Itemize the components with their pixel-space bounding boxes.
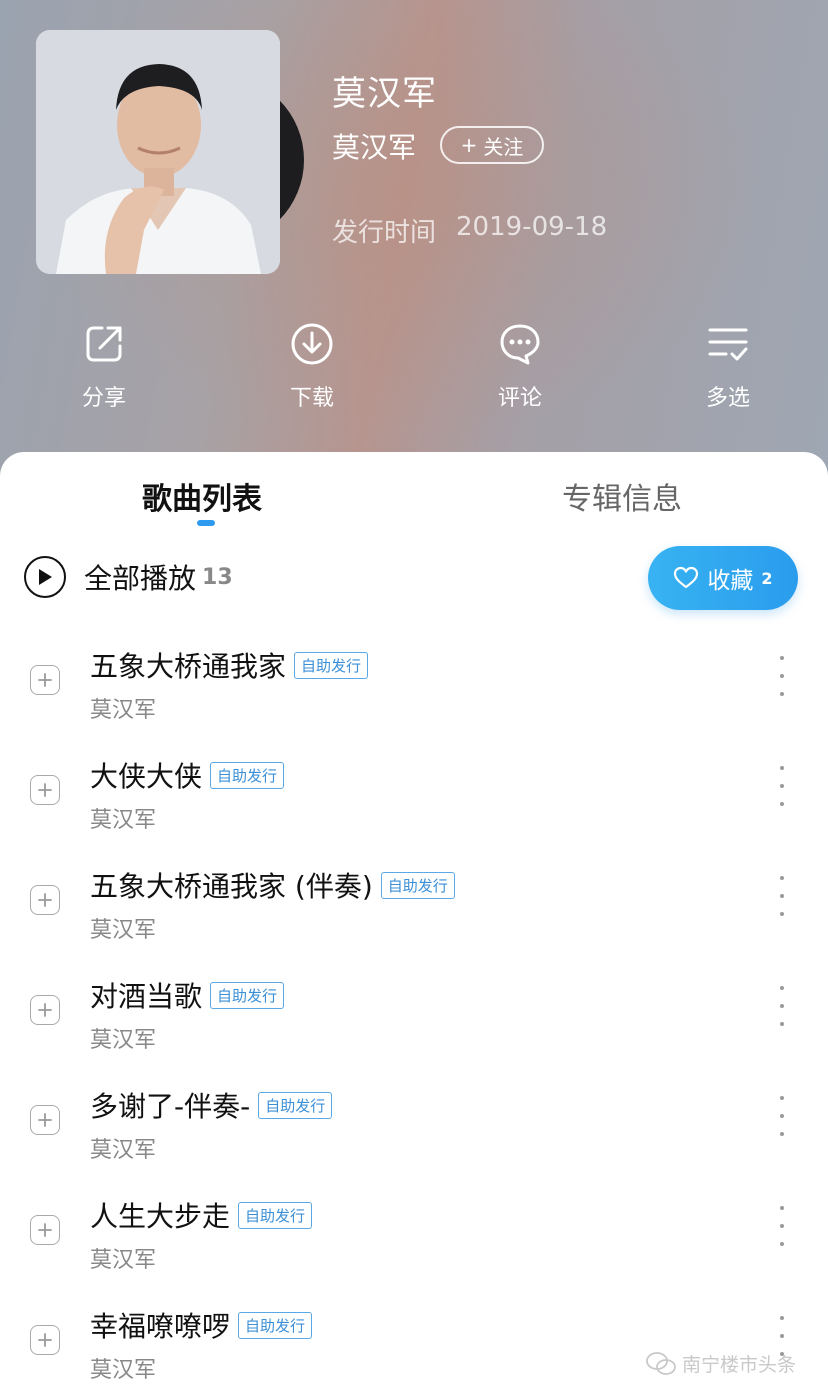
song-title: 幸福嘹嘹啰 xyxy=(90,1310,231,1343)
watermark: 南宁楼市头条 xyxy=(646,1350,796,1377)
comment-button[interactable]: 评论 xyxy=(460,322,580,412)
tab-song-list[interactable]: 歌曲列表 xyxy=(142,474,262,518)
more-options-icon[interactable] xyxy=(772,1206,792,1246)
song-artist: 莫汉军 xyxy=(90,1028,157,1053)
play-all-count: 13 xyxy=(202,564,233,590)
add-icon[interactable] xyxy=(30,775,60,805)
self-release-badge: 自助发行 xyxy=(210,981,285,1009)
add-icon[interactable] xyxy=(30,665,60,695)
song-row[interactable]: 五象大桥通我家 自助发行 莫汉军 xyxy=(0,648,828,758)
wechat-icon xyxy=(646,1351,676,1375)
collect-count: 2 xyxy=(761,568,773,588)
more-options-icon[interactable] xyxy=(772,876,792,916)
song-artist: 莫汉军 xyxy=(90,808,157,833)
self-release-badge: 自助发行 xyxy=(238,1311,313,1339)
multi-select-icon xyxy=(708,328,748,361)
more-options-icon[interactable] xyxy=(772,766,792,806)
song-artist: 莫汉军 xyxy=(90,918,157,943)
song-row[interactable]: 人生大步走 自助发行 莫汉军 xyxy=(0,1198,828,1308)
share-button[interactable]: 分享 xyxy=(44,322,164,412)
song-panel: 歌曲列表 专辑信息 全部播放 13 收藏 2 五象大桥通我家 自助发行 莫汉军 … xyxy=(0,452,828,1398)
download-label: 下载 xyxy=(289,386,334,411)
album-header: 莫汉军 莫汉军 + 关注 发行时间 2019-09-18 分享 下载 评论 多选 xyxy=(0,0,828,480)
tab-indicator xyxy=(197,520,215,526)
song-title: 大侠大侠 xyxy=(90,760,203,793)
song-row[interactable]: 五象大桥通我家 (伴奏) 自助发行 莫汉军 xyxy=(0,868,828,978)
comment-icon xyxy=(500,324,540,365)
play-all-button[interactable]: 全部播放 13 xyxy=(24,556,233,598)
add-icon[interactable] xyxy=(30,995,60,1025)
add-icon[interactable] xyxy=(30,1215,60,1245)
action-bar: 分享 下载 评论 多选 xyxy=(0,322,828,422)
song-artist: 莫汉军 xyxy=(90,1138,157,1163)
artist-name[interactable]: 莫汉军 xyxy=(332,126,416,166)
song-row[interactable]: 多谢了-伴奏- 自助发行 莫汉军 xyxy=(0,1088,828,1198)
song-artist: 莫汉军 xyxy=(90,1358,157,1383)
song-title: 多谢了-伴奏- xyxy=(90,1090,251,1123)
release-info: 发行时间 2019-09-18 xyxy=(332,212,607,249)
download-icon xyxy=(291,323,333,365)
comment-label: 评论 xyxy=(497,386,542,411)
self-release-badge: 自助发行 xyxy=(380,871,455,899)
play-icon xyxy=(24,556,66,598)
self-release-badge: 自助发行 xyxy=(258,1091,333,1119)
tab-album-info[interactable]: 专辑信息 xyxy=(562,474,682,518)
song-title: 对酒当歌 xyxy=(90,980,203,1013)
collect-label: 收藏 xyxy=(707,568,754,594)
add-icon[interactable] xyxy=(30,1105,60,1135)
more-options-icon[interactable] xyxy=(772,656,792,696)
song-artist: 莫汉军 xyxy=(90,698,157,723)
follow-label: 关注 xyxy=(483,134,524,159)
share-icon xyxy=(86,326,122,362)
self-release-badge: 自助发行 xyxy=(210,761,285,789)
collect-button[interactable]: 收藏 2 xyxy=(648,546,798,610)
more-options-icon[interactable] xyxy=(772,1096,792,1136)
share-label: 分享 xyxy=(81,386,126,411)
self-release-badge: 自助发行 xyxy=(294,651,369,679)
release-date: 2019-09-18 xyxy=(456,212,608,242)
watermark-text: 南宁楼市头条 xyxy=(682,1354,797,1376)
song-title: 五象大桥通我家 xyxy=(90,650,287,683)
follow-button[interactable]: + 关注 xyxy=(440,126,544,164)
heart-icon xyxy=(674,566,699,589)
play-all-label: 全部播放 xyxy=(84,562,197,595)
cover-portrait-image xyxy=(36,30,280,274)
release-label: 发行时间 xyxy=(332,218,437,248)
album-cover[interactable] xyxy=(36,30,280,274)
multi-select-button[interactable]: 多选 xyxy=(668,322,788,412)
more-options-icon[interactable] xyxy=(772,986,792,1026)
download-button[interactable]: 下载 xyxy=(252,322,372,412)
add-icon[interactable] xyxy=(30,885,60,915)
song-title: 五象大桥通我家 (伴奏) xyxy=(90,870,373,903)
multi-select-label: 多选 xyxy=(705,386,750,411)
song-artist: 莫汉军 xyxy=(90,1248,157,1273)
self-release-badge: 自助发行 xyxy=(238,1201,313,1229)
song-row[interactable]: 大侠大侠 自助发行 莫汉军 xyxy=(0,758,828,868)
song-title: 人生大步走 xyxy=(90,1200,231,1233)
plus-icon: + xyxy=(460,133,478,157)
album-title: 莫汉军 xyxy=(332,74,437,114)
song-row[interactable]: 对酒当歌 自助发行 莫汉军 xyxy=(0,978,828,1088)
add-icon[interactable] xyxy=(30,1325,60,1355)
